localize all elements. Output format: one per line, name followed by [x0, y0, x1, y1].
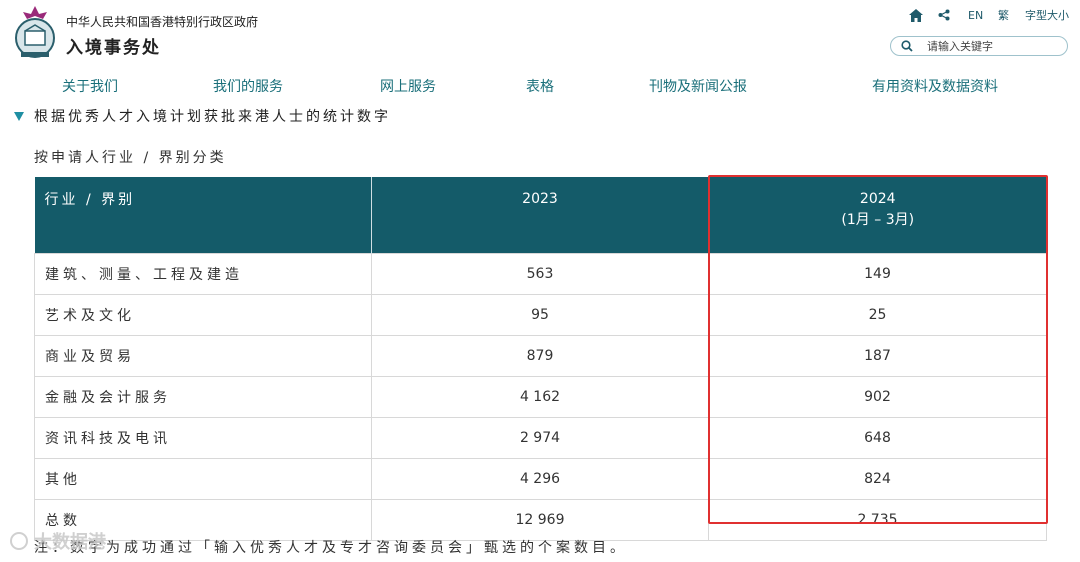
cell-2024: 902: [708, 376, 1047, 418]
row-label: 金融及会计服务: [34, 376, 372, 418]
cell-2023: 879: [371, 335, 709, 377]
watermark-text: 大数据港: [34, 532, 106, 553]
cell-2023: 563: [371, 253, 709, 295]
nav-useful-information[interactable]: 有用资料及数据资料: [872, 76, 998, 96]
search-icon: [901, 40, 913, 52]
nav-services[interactable]: 我们的服务: [213, 76, 283, 96]
table-row-total: 总数 12 969 2 735: [34, 499, 1047, 541]
collapse-triangle-icon[interactable]: [14, 111, 24, 121]
share-icon[interactable]: [938, 6, 950, 24]
hk-immigration-emblem-icon[interactable]: [12, 4, 58, 60]
row-label: 建筑、测量、工程及建造: [34, 253, 372, 295]
table-row: 金融及会计服务 4 162 902: [34, 376, 1047, 418]
watermark: 大数据港: [10, 528, 106, 554]
home-icon[interactable]: [909, 6, 923, 24]
cell-2024: 25: [708, 294, 1047, 336]
font-size-link[interactable]: 字型大小: [1025, 6, 1069, 24]
row-label: 商业及贸易: [34, 335, 372, 377]
header-industry: 行业 / 界别: [34, 177, 372, 254]
cell-2024: 187: [708, 335, 1047, 377]
table-subtitle: 按申请人行业 / 界别分类: [34, 150, 227, 166]
nav-forms[interactable]: 表格: [526, 76, 554, 96]
search-box[interactable]: [890, 36, 1068, 56]
header-2024-year: 2024: [859, 191, 896, 207]
cell-2023: 4 162: [371, 376, 709, 418]
table-row: 资讯科技及电讯 2 974 648: [34, 417, 1047, 459]
cell-2024: 149: [708, 253, 1047, 295]
row-label: 资讯科技及电讯: [34, 417, 372, 459]
table-row: 建筑、测量、工程及建造 563 149: [34, 253, 1047, 295]
cell-2023: 2 974: [371, 417, 709, 459]
department-name[interactable]: 入境事务处: [66, 33, 161, 58]
search-input[interactable]: [925, 38, 1059, 54]
nav-online-services[interactable]: 网上服务: [380, 76, 436, 96]
cell-2024: 648: [708, 417, 1047, 459]
row-label: 其他: [34, 458, 372, 500]
site-header: 中华人民共和国香港特别行政区政府 入境事务处 EN 繁 字型大小: [0, 0, 1080, 66]
nav-about[interactable]: 关于我们: [62, 76, 118, 96]
header-2024: 2024 (1月 – 3月): [708, 177, 1047, 254]
table-row: 商业及贸易 879 187: [34, 335, 1047, 377]
page-title: 根据优秀人才入境计划获批来港人士的统计数字: [14, 106, 391, 126]
row-label: 艺术及文化: [34, 294, 372, 336]
cell-2024: 824: [708, 458, 1047, 500]
cell-2023: 4 296: [371, 458, 709, 500]
cell-2023: 95: [371, 294, 709, 336]
lang-traditional-link[interactable]: 繁: [998, 6, 1009, 24]
table-note: 注：数字为成功通过「输入优秀人才及专才咨询委员会」甄选的个案数目。: [34, 540, 628, 556]
nav-publications[interactable]: 刊物及新闻公报: [649, 76, 747, 96]
statistics-table: 行业 / 界别 2023 2024 (1月 – 3月) 建筑、测量、工程及建造 …: [34, 177, 1047, 541]
page-title-text: 根据优秀人才入境计划获批来港人士的统计数字: [34, 109, 391, 125]
table-header-row: 行业 / 界别 2023 2024 (1月 – 3月): [34, 177, 1047, 254]
watermark-logo-icon: [10, 532, 28, 550]
header-2024-period: (1月 – 3月): [841, 212, 915, 228]
lang-en-link[interactable]: EN: [968, 6, 983, 24]
header-2023: 2023: [371, 177, 709, 254]
table-row: 其他 4 296 824: [34, 458, 1047, 500]
table-row: 艺术及文化 95 25: [34, 294, 1047, 336]
cell-2023: 12 969: [371, 499, 709, 541]
government-name: 中华人民共和国香港特别行政区政府: [66, 15, 259, 29]
cell-2024: 2 735: [708, 499, 1047, 541]
